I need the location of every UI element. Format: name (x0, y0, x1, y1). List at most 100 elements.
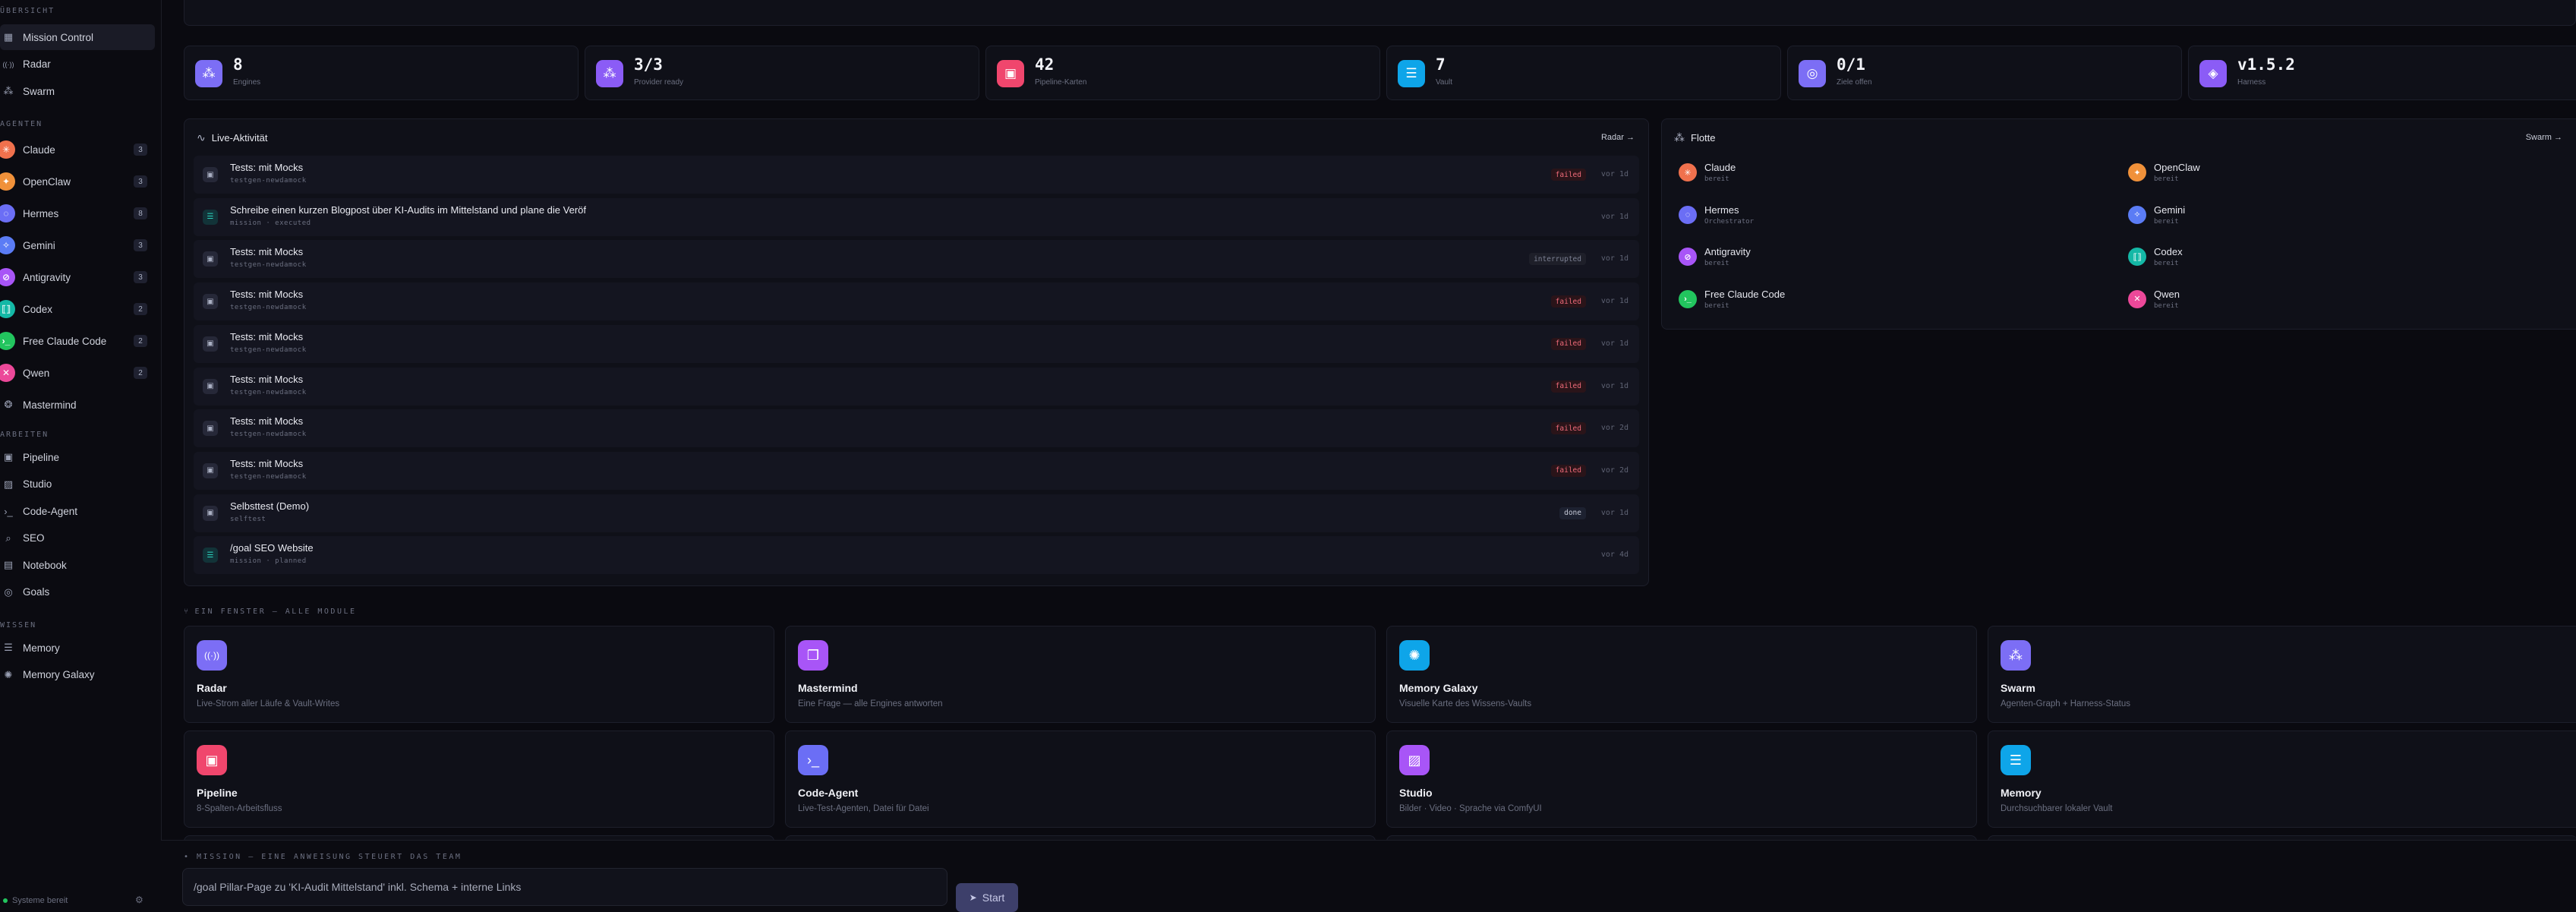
mission-input[interactable] (182, 868, 947, 906)
start-button[interactable]: ➤ Start (956, 883, 1018, 912)
sidebar-item-qwen[interactable]: ✕ Qwen 2 (0, 360, 155, 386)
activity-subtitle: testgen-newdamock (230, 431, 307, 439)
activity-title: Schreibe einen kurzen Blogpost über KI-A… (230, 204, 586, 216)
radar-link[interactable]: Radar → (1601, 133, 1635, 142)
fleet-status: bereit (2154, 217, 2179, 226)
sidebar-item-notebook[interactable]: ▤ Notebook (0, 552, 155, 578)
module-card-radar[interactable]: ((·)) Radar Live-Strom aller Läufe & Vault… (184, 626, 774, 723)
task-icon: ▣ (203, 378, 218, 394)
swarm-link[interactable]: Swarm → (2526, 133, 2562, 142)
fleet-item-openclaw[interactable]: ✦ OpenClaw bereit (2128, 162, 2200, 183)
sidebar-item-goals[interactable]: ◎ Goals (0, 579, 155, 605)
module-title: Radar (197, 682, 227, 694)
activity-row[interactable]: ▣ Tests: mit Mocks testgen-newdamock failed… (194, 282, 1639, 321)
fleet-item-claude[interactable]: ✳ Claude bereit (1679, 162, 1736, 183)
sidebar-item-memory-galaxy[interactable]: ✺ Memory Galaxy (0, 662, 155, 688)
activity-row[interactable]: ▣ Tests: mit Mocks testgen-newdamock failed… (194, 156, 1639, 194)
fleet-item-codex[interactable]: ⟦⟧ Codex bereit (2128, 246, 2183, 267)
module-card-memory[interactable]: ☰ Memory Durchsuchbarer lokaler Vault (1988, 731, 2576, 828)
task-icon: ▣ (203, 294, 218, 310)
module-card-mastermind[interactable]: ❐ Mastermind Eine Frage — alle Engines ant… (785, 626, 1376, 723)
agent-avatar: ›_ (1679, 289, 1697, 308)
module-card-pipeline[interactable]: ▣ Pipeline 8-Spalten-Arbeitsfluss (184, 731, 774, 828)
sidebar-item-seo[interactable]: ⌕ SEO (0, 525, 155, 551)
sidebar-item-pipeline[interactable]: ▣ Pipeline (0, 444, 155, 470)
stat-label: Vault (1436, 78, 1453, 87)
module-description: 8-Spalten-Arbeitsfluss (197, 804, 282, 813)
task-icon: ▣ (203, 421, 218, 437)
sidebar: ÜBERSICHT ▦ Mission Control ((·)) Radar ⁂ Swar… (0, 0, 162, 911)
sidebar-item-free-claude-code[interactable]: ›_ Free Claude Code 2 (0, 328, 155, 354)
activity-row[interactable]: ▣ Tests: mit Mocks testgen-newdamock interr… (194, 240, 1639, 279)
module-card-memory-galaxy[interactable]: ✺ Memory Galaxy Visuelle Karte des Wissens… (1386, 626, 1977, 723)
status-badge: failed (1550, 169, 1586, 181)
status-badge: failed (1550, 295, 1586, 308)
activity-row[interactable]: ▣ Tests: mit Mocks testgen-newdamock failed… (194, 324, 1639, 363)
sidebar-item-claude[interactable]: ✳ Claude 3 (0, 137, 155, 163)
fleet-item-hermes[interactable]: ◌ Hermes Orchestrator (1679, 204, 1754, 226)
activity-row[interactable]: ☰ /goal SEO Website mission · planned vor 4… (194, 536, 1639, 575)
activity-row[interactable]: ▣ Selbsttest (Demo) selftest done vor 1d (194, 494, 1639, 532)
send-icon: ➤ (969, 892, 977, 903)
stat-card: ☰ 7 Vault (1386, 46, 1781, 100)
module-card-studio[interactable]: ▨ Studio Bilder · Video · Sprache via Comf… (1386, 731, 1977, 828)
sidebar-item-codex[interactable]: ⟦⟧ Codex 2 (0, 296, 155, 322)
sidebar-item-label: Radar (23, 58, 51, 70)
status-text: Systeme bereit (12, 896, 68, 905)
stat-card: ◈ v1.5.2 Harness (2188, 46, 2576, 100)
sidebar-item-memory[interactable]: ☰ Memory (0, 635, 155, 661)
sidebar-section-work: ARBEITEN (0, 431, 49, 439)
stat-label: Pipeline-Karten (1035, 78, 1087, 87)
fleet-status: bereit (1704, 301, 1729, 310)
activity-row[interactable]: ▣ Tests: mit Mocks testgen-newdamock failed… (194, 367, 1639, 406)
module-card-swarm[interactable]: ⁂ Swarm Agenten-Graph + Harness-Status (1988, 626, 2576, 723)
activity-row[interactable]: ▣ Tests: mit Mocks testgen-newdamock failed… (194, 409, 1639, 448)
activity-title: Tests: mit Mocks (230, 162, 304, 173)
sidebar-item-openclaw[interactable]: ✦ OpenClaw 3 (0, 169, 155, 194)
module-title: Pipeline (197, 787, 238, 799)
sidebar-section-overview: ÜBERSICHT (0, 7, 55, 15)
fleet-text: Free Claude Code bereit (1704, 289, 1785, 310)
activity-row[interactable]: ▣ Tests: mit Mocks testgen-newdamock failed… (194, 451, 1639, 490)
module-description: Durchsuchbarer lokaler Vault (2001, 804, 2113, 813)
fleet-item-antigravity[interactable]: ⊘ Antigravity bereit (1679, 246, 1751, 267)
sidebar-item-label: Qwen (23, 367, 50, 379)
sidebar-item-code-agent[interactable]: ›_ Code-Agent (0, 498, 155, 524)
target-icon: ◎ (4, 585, 13, 598)
grid-icon: ▦ (3, 31, 14, 43)
activity-title: Selbsttest (Demo) (230, 500, 310, 512)
brain-icon: ❂ (4, 399, 13, 410)
sidebar-item-radar[interactable]: ((·)) Radar (0, 52, 155, 77)
sidebar-item-mastermind[interactable]: ❂ Mastermind (0, 392, 155, 418)
sidebar-item-gemini[interactable]: ✧ Gemini 3 (0, 232, 155, 258)
activity-row[interactable]: ☰ Schreibe einen kurzen Blogpost über KI-… (194, 197, 1639, 236)
sidebar-item-hermes[interactable]: ◌ Hermes 8 (0, 200, 155, 226)
galaxy-icon: ✺ (4, 668, 13, 680)
sidebar-item-label: Memory Galaxy (23, 669, 95, 680)
sidebar-item-studio[interactable]: ▨ Studio (0, 472, 155, 497)
stat-card: ◎ 0/1 Ziele offen (1787, 46, 2182, 100)
database-icon: ☰ (4, 642, 13, 653)
branch-icon: ⑂ (184, 607, 191, 616)
fleet-item-free-claude-code[interactable]: ›_ Free Claude Code bereit (1679, 289, 1785, 310)
activity-title: Tests: mit Mocks (230, 246, 304, 258)
settings-gear-icon[interactable]: ⚙ (135, 895, 147, 907)
sidebar-item-swarm[interactable]: ⁂ Swarm (0, 78, 155, 104)
module-card-code-agent[interactable]: ›_ Code-Agent Live-Test-Agenten, Datei für… (785, 731, 1376, 828)
sidebar-item-label: Code-Agent (23, 505, 78, 517)
galaxy-icon: ✺ (1399, 640, 1430, 671)
activity-time: vor 1d (1600, 297, 1629, 306)
agent-avatar: ✦ (0, 172, 15, 191)
fleet-name: Codex (2154, 246, 2183, 257)
fleet-name: Gemini (2154, 204, 2186, 216)
stat-value: 42 (1035, 55, 1055, 74)
activity-time: vor 4d (1600, 551, 1629, 560)
agent-avatar: ⊘ (0, 268, 15, 286)
activity-subtitle: testgen-newdamock (230, 346, 307, 354)
sidebar-item-mission-control[interactable]: ▦ Mission Control (0, 24, 155, 50)
sidebar-item-label: Hermes (23, 207, 59, 219)
fleet-item-qwen[interactable]: ✕ Qwen bereit (2128, 289, 2180, 310)
fleet-item-gemini[interactable]: ✧ Gemini bereit (2128, 204, 2185, 226)
modules-label: ⑂ EIN FENSTER — ALLE MODULE (184, 607, 357, 616)
sidebar-item-antigravity[interactable]: ⊘ Antigravity 3 (0, 264, 155, 290)
